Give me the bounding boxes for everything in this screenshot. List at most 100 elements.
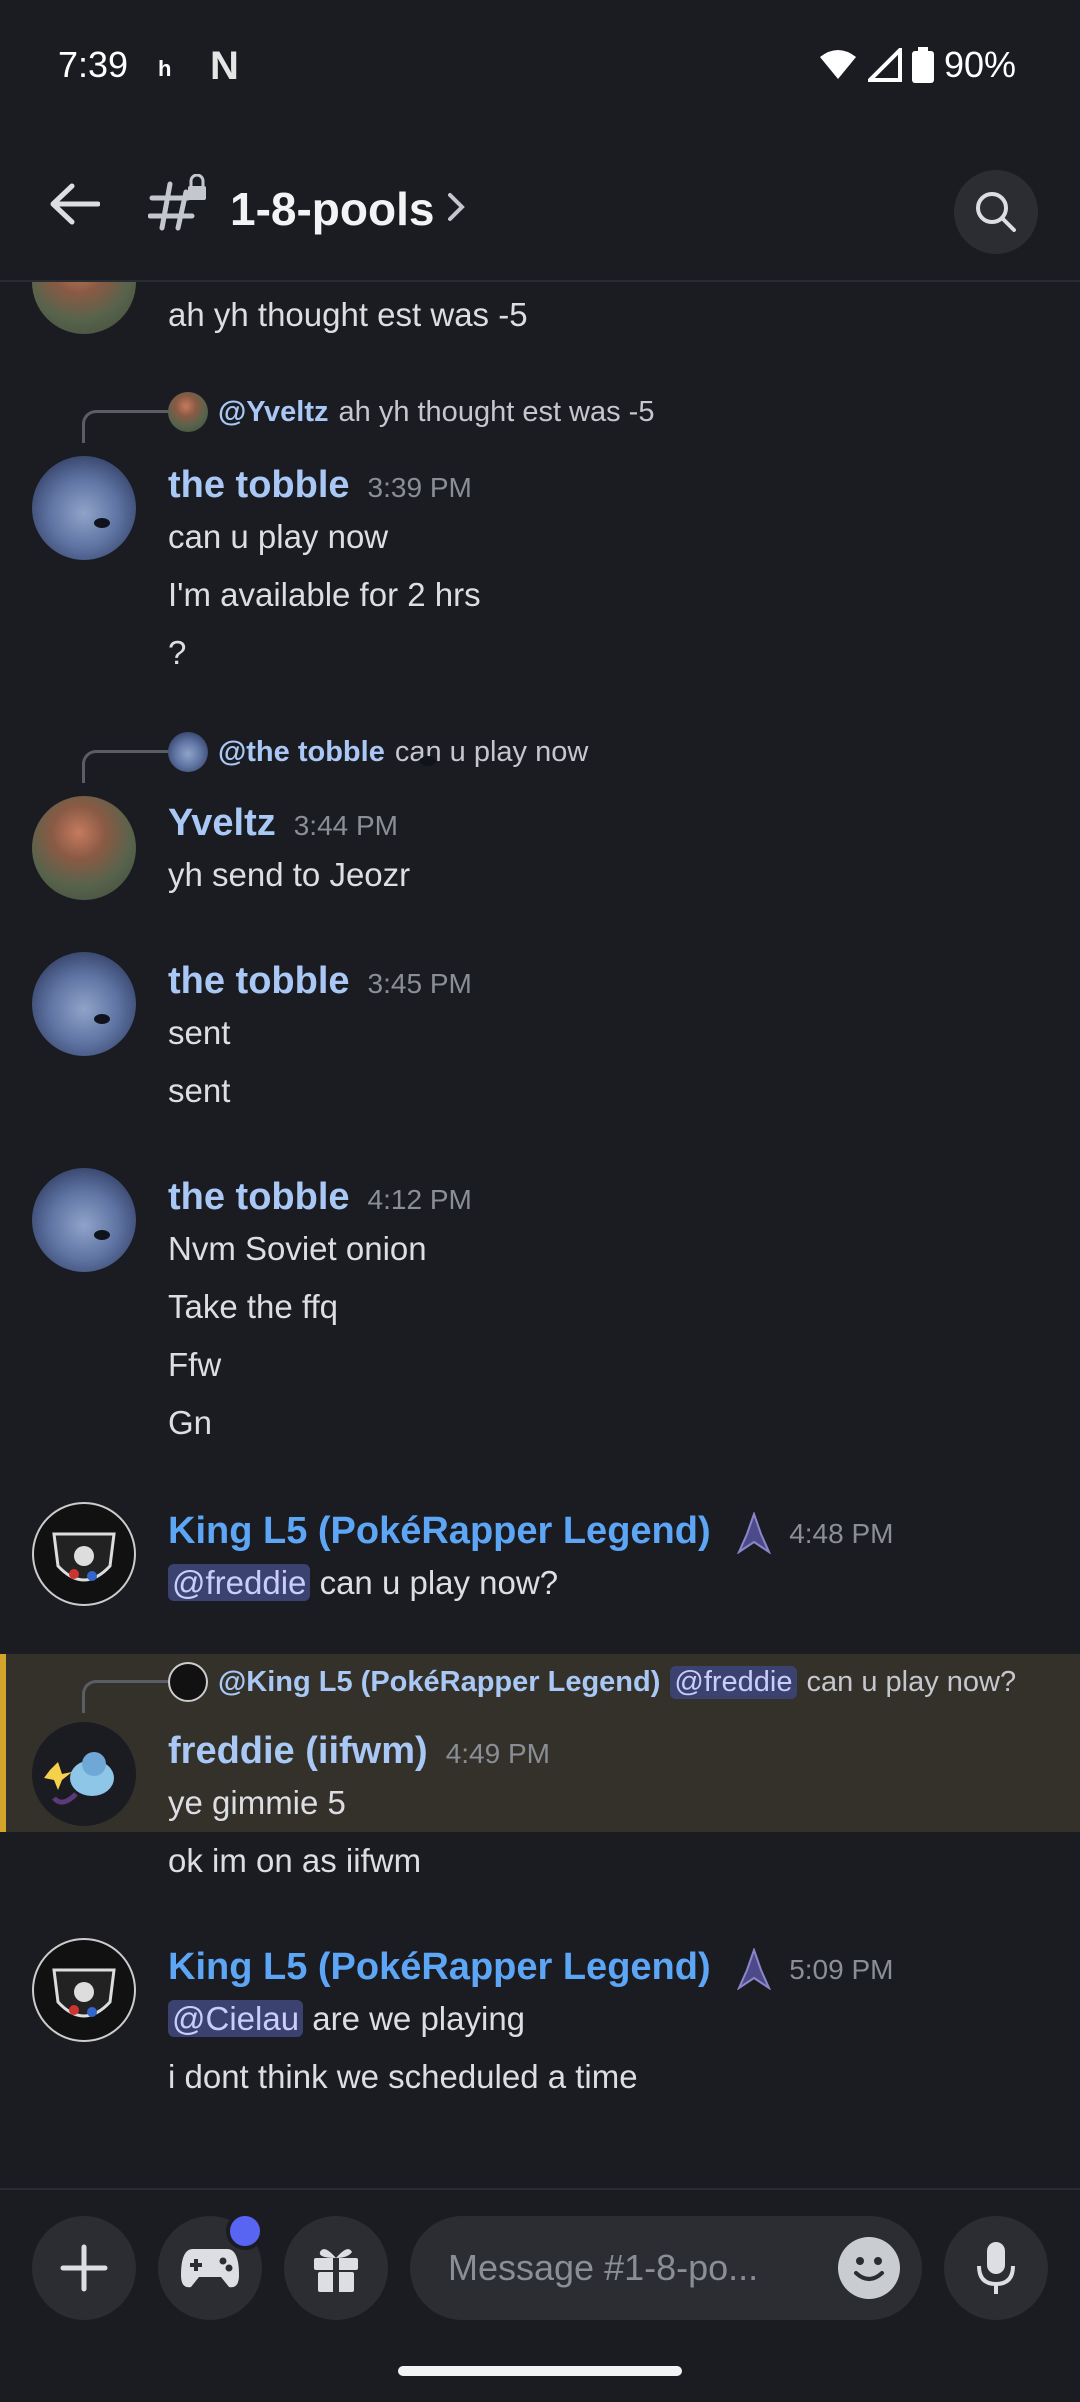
avatar[interactable]	[32, 952, 136, 1056]
reply-author: @King L5 (PokéRapper Legend)	[218, 1665, 661, 1698]
emoji-icon	[854, 2257, 884, 2281]
message-text: yh send to Jeozr	[168, 856, 411, 893]
message-text: Gn	[168, 1404, 213, 1441]
reply-connector	[82, 1680, 171, 1713]
status-time: 7:39	[58, 44, 129, 85]
user-mention: @freddie	[670, 1665, 797, 1699]
message-author[interactable]: King L5 (PokéRapper Legend) 4:48 PM	[168, 1510, 893, 1554]
author-name: Yveltz	[168, 802, 276, 844]
app-notification-icon: h	[158, 56, 172, 81]
author-name: King L5 (PokéRapper Legend)	[168, 1510, 711, 1552]
message-text: Ffw	[168, 1346, 222, 1383]
netflix-notification-icon: N	[210, 44, 239, 88]
message-text: Take the ffq	[168, 1288, 339, 1325]
avatar[interactable]	[32, 796, 136, 900]
reply-text: can u play now?	[806, 1665, 1017, 1698]
reply-preview[interactable]: @King L5 (PokéRapper Legend) @freddie ca…	[168, 1662, 1016, 1702]
author-name: the tobble	[168, 464, 350, 506]
plus-icon	[60, 2244, 108, 2292]
channel-header: 1-8-pools	[0, 130, 1080, 282]
gift-icon	[314, 2249, 358, 2292]
avatar[interactable]	[32, 1722, 136, 1826]
author-name: the tobble	[168, 1176, 350, 1218]
message-author[interactable]: Yveltz 3:44 PM	[168, 802, 398, 845]
message-author[interactable]: King L5 (PokéRapper Legend) 5:09 PM	[168, 1946, 893, 1990]
avatar[interactable]	[32, 282, 136, 334]
message-text: can u play now	[168, 518, 389, 555]
avatar[interactable]	[32, 1502, 136, 1606]
wifi-icon	[819, 50, 856, 79]
user-mention[interactable]: @Cielau	[168, 2000, 304, 2037]
back-arrow-icon	[50, 183, 100, 225]
message-timestamp: 4:49 PM	[445, 1738, 550, 1769]
message-text: ye gimmie 5	[168, 1784, 346, 1821]
message-input[interactable]	[446, 2246, 838, 2290]
message-input-field[interactable]	[410, 2216, 922, 2320]
battery-percent: 90%	[943, 44, 1016, 85]
gamepad-icon	[181, 2249, 239, 2288]
message-timestamp: 4:48 PM	[789, 1518, 894, 1549]
reply-preview[interactable]: @Yveltz ah yh thought est was -5	[168, 392, 654, 432]
back-button[interactable]	[38, 168, 110, 240]
gift-button[interactable]	[284, 2216, 388, 2320]
avatar[interactable]	[32, 456, 136, 560]
message-timestamp: 4:12 PM	[367, 1184, 472, 1215]
message-text: i dont think we scheduled a time	[168, 2058, 638, 2095]
reply-text: ah yh thought est was -5	[338, 395, 655, 428]
message-text: Nvm Soviet onion	[168, 1230, 427, 1267]
message-list[interactable]: ah yh thought est was -5 @Yveltz ah yh t…	[0, 282, 1080, 2182]
message-text: ?	[168, 634, 187, 671]
message-author[interactable]: the tobble 3:45 PM	[168, 960, 472, 1003]
avatar	[168, 732, 208, 772]
reply-preview[interactable]: @the tobble can u play now	[168, 732, 588, 772]
message-text-content: can u play now?	[319, 1564, 559, 1601]
author-name: King L5 (PokéRapper Legend)	[168, 1946, 711, 1988]
search-button[interactable]	[954, 170, 1038, 254]
battery-icon	[911, 47, 934, 83]
notification-dot	[226, 2212, 264, 2250]
role-icon	[737, 1947, 772, 1990]
reply-connector	[82, 750, 171, 783]
message-timestamp: 5:09 PM	[789, 1954, 894, 1985]
avatar[interactable]	[32, 1938, 136, 2042]
activities-button[interactable]	[158, 2212, 264, 2320]
message-text: sent	[168, 1072, 231, 1109]
attach-button[interactable]	[32, 2216, 136, 2320]
chevron-right-icon[interactable]	[446, 192, 466, 222]
message-author[interactable]: the tobble 4:12 PM	[168, 1176, 472, 1219]
pokemon-avatar-icon	[44, 1752, 114, 1805]
author-name: the tobble	[168, 960, 350, 1002]
signal-icon	[867, 48, 902, 82]
message-author[interactable]: freddie (iifwm) 4:49 PM	[168, 1730, 550, 1773]
message-timestamp: 3:39 PM	[367, 472, 472, 503]
raiders-logo-icon	[52, 1968, 116, 2018]
microphone-icon	[977, 2242, 1015, 2294]
message-timestamp: 3:44 PM	[293, 810, 399, 841]
avatar	[168, 1662, 208, 1702]
search-icon	[976, 192, 1016, 232]
message-timestamp: 3:45 PM	[367, 968, 472, 999]
avatar[interactable]	[32, 1168, 136, 1272]
reply-connector	[82, 410, 171, 443]
emoji-button[interactable]	[838, 2237, 900, 2299]
voice-message-button[interactable]	[944, 2216, 1048, 2320]
home-indicator[interactable]	[398, 2366, 682, 2376]
message-text-content: are we playing	[312, 2000, 526, 2037]
author-name: freddie (iifwm)	[168, 1730, 428, 1772]
status-right: 90%	[818, 44, 1016, 86]
channel-name[interactable]: 1-8-pools	[230, 182, 434, 236]
message-text: ah yh thought est was -5	[168, 296, 528, 333]
message-text: @freddie can u play now?	[168, 1564, 558, 1602]
reply-author: @Yveltz	[218, 395, 329, 428]
message-text: ok im on as iifwm	[168, 1842, 422, 1879]
status-bar: 7:39 h N 90%	[0, 0, 1080, 130]
reply-author: @the tobble	[218, 735, 385, 768]
role-icon	[737, 1511, 772, 1554]
locked-channel-icon	[148, 174, 206, 231]
message-author[interactable]: the tobble 3:39 PM	[168, 464, 472, 507]
user-mention[interactable]: @freddie	[168, 1564, 311, 1601]
message-text: sent	[168, 1014, 231, 1051]
message-text: @Cielau are we playing	[168, 2000, 525, 2038]
avatar	[168, 392, 208, 432]
raiders-logo-icon	[52, 1532, 116, 1582]
